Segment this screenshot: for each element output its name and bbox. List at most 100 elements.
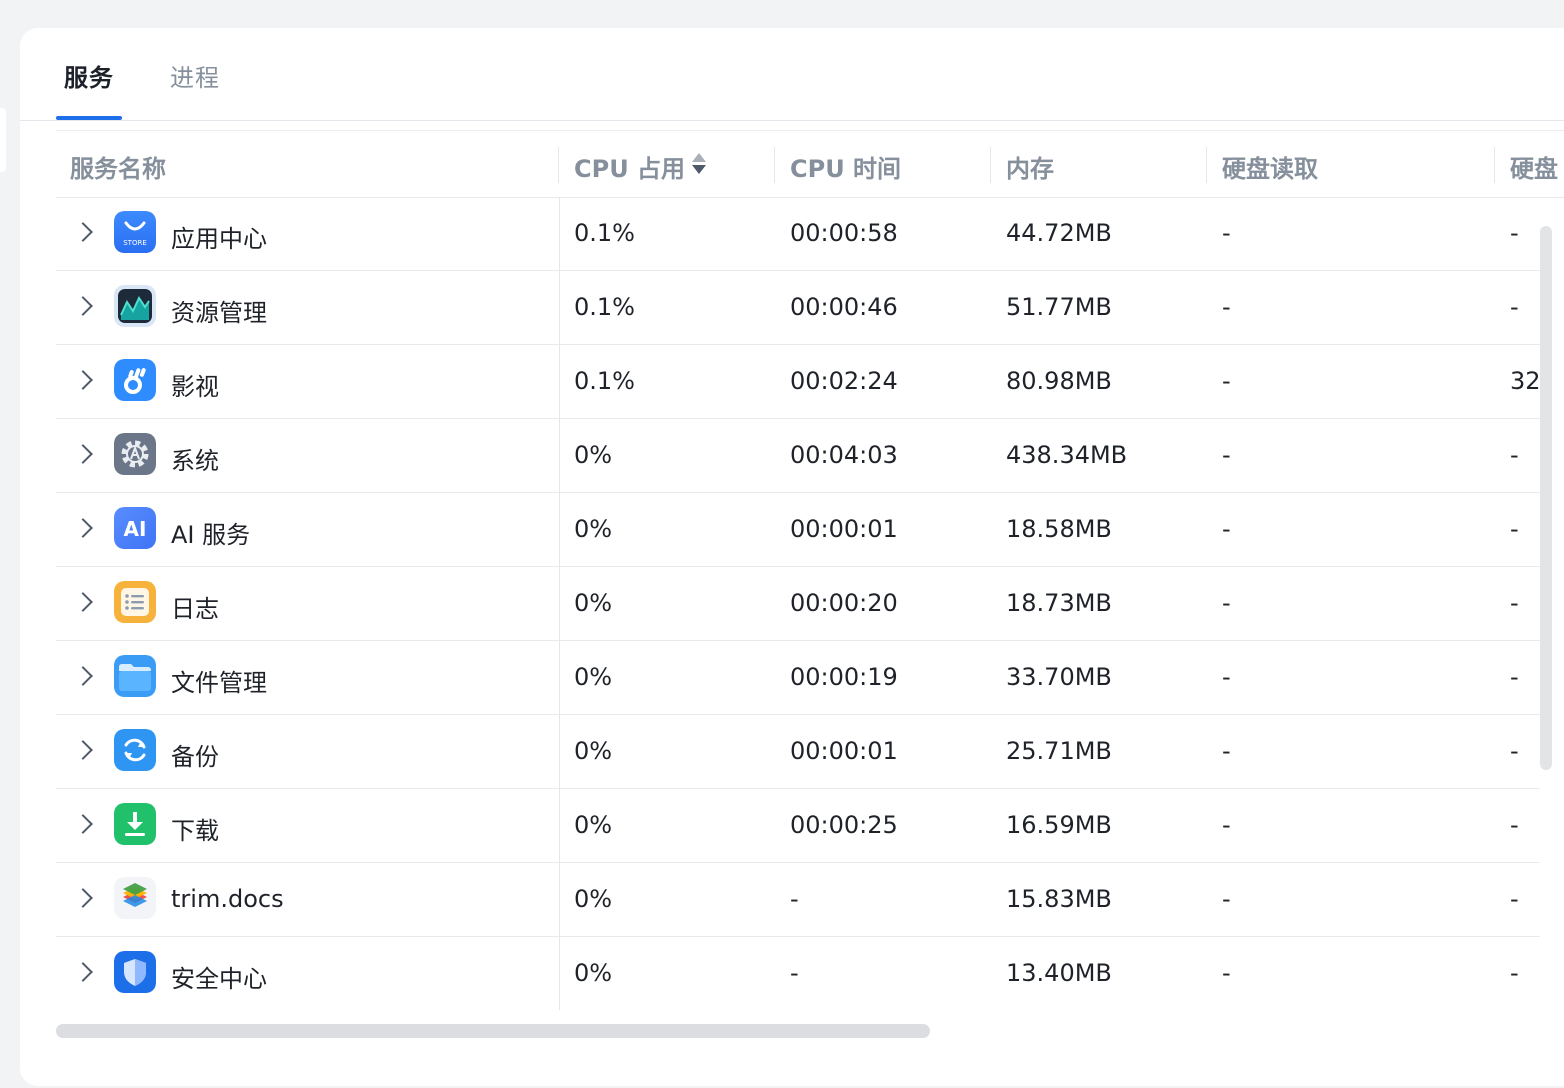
cpu-usage: 0% <box>574 663 613 691</box>
service-name: 资源管理 <box>171 299 267 327</box>
task-manager-panel: 服务 进程 服务名称 CPU 占用 CPU 时间 内存 硬盘读取 硬盘 STOR… <box>20 28 1564 1086</box>
cpu-usage: 0% <box>574 441 613 469</box>
column-header-disk-read[interactable]: 硬盘读取 <box>1222 149 1318 184</box>
sort-descending-icon <box>692 165 706 174</box>
table-row[interactable]: 备份 0% 00:00:01 25.71MB - - <box>56 715 1540 789</box>
chevron-right-icon[interactable] <box>73 814 93 834</box>
app-store-icon: STORE <box>114 211 156 253</box>
service-name: 日志 <box>171 595 219 623</box>
cpu-time: 00:00:01 <box>790 737 898 765</box>
horizontal-scrollbar[interactable] <box>56 1024 930 1038</box>
tab-processes[interactable]: 进程 <box>170 58 220 93</box>
column-divider[interactable] <box>1206 147 1207 183</box>
column-divider[interactable] <box>1494 147 1495 183</box>
table-header: 服务名称 CPU 占用 CPU 时间 内存 硬盘读取 硬盘 <box>56 130 1564 198</box>
disk-write: - <box>1510 515 1519 543</box>
tab-bar: 服务 进程 <box>20 28 1564 121</box>
memory: 18.58MB <box>1006 515 1112 543</box>
disk-write: - <box>1510 885 1519 913</box>
system-gear-icon <box>114 433 156 475</box>
service-name: 系统 <box>171 447 219 475</box>
disk-read: - <box>1222 515 1231 543</box>
disk-read: - <box>1222 219 1231 247</box>
memory: 25.71MB <box>1006 737 1112 765</box>
tab-services[interactable]: 服务 <box>64 58 114 93</box>
table-row[interactable]: 资源管理 0.1% 00:00:46 51.77MB - - <box>56 271 1540 345</box>
column-divider[interactable] <box>990 147 991 183</box>
column-divider[interactable] <box>558 147 559 183</box>
disk-write: - <box>1510 219 1519 247</box>
disk-write: - <box>1510 811 1519 839</box>
memory: 51.77MB <box>1006 293 1112 321</box>
memory: 16.59MB <box>1006 811 1112 839</box>
disk-write: 32 <box>1510 367 1541 395</box>
vertical-scrollbar[interactable] <box>1540 226 1552 770</box>
svg-text:STORE: STORE <box>123 239 147 247</box>
table-row[interactable]: 安全中心 0% - 13.40MB - - <box>56 937 1540 1010</box>
sort-toggle-icon[interactable] <box>692 151 706 177</box>
sort-ascending-icon <box>692 153 706 162</box>
table-row[interactable]: 影视 0.1% 00:02:24 80.98MB - 32 <box>56 345 1541 419</box>
table-row[interactable]: 下载 0% 00:00:25 16.59MB - - <box>56 789 1540 863</box>
column-divider[interactable] <box>774 147 775 183</box>
service-name: 下载 <box>171 817 219 845</box>
memory: 13.40MB <box>1006 959 1112 987</box>
chevron-right-icon[interactable] <box>73 518 93 538</box>
cpu-time: - <box>790 959 799 987</box>
cpu-time: 00:00:01 <box>790 515 898 543</box>
chevron-right-icon[interactable] <box>73 592 93 612</box>
cpu-usage: 0.1% <box>574 219 635 247</box>
svg-text:AI: AI <box>124 517 147 541</box>
cpu-time: - <box>790 885 799 913</box>
disk-read: - <box>1222 737 1231 765</box>
backup-icon <box>114 729 156 771</box>
disk-read: - <box>1222 663 1231 691</box>
chevron-right-icon[interactable] <box>73 296 93 316</box>
service-name: AI 服务 <box>171 521 251 549</box>
active-tab-indicator <box>56 116 122 120</box>
column-header-cpu[interactable]: CPU 占用 <box>574 149 685 184</box>
chevron-right-icon[interactable] <box>73 740 93 760</box>
chevron-right-icon[interactable] <box>73 962 93 982</box>
chevron-right-icon[interactable] <box>73 888 93 908</box>
disk-write: - <box>1510 737 1519 765</box>
disk-read: - <box>1222 811 1231 839</box>
chevron-right-icon[interactable] <box>73 370 93 390</box>
disk-read: - <box>1222 367 1231 395</box>
table-row[interactable]: 日志 0% 00:00:20 18.73MB - - <box>56 567 1540 641</box>
left-nav-edge <box>0 108 6 172</box>
table-row[interactable]: STORE 应用中心 0.1% 00:00:58 44.72MB - - <box>56 197 1540 271</box>
chevron-right-icon[interactable] <box>73 444 93 464</box>
table-row[interactable]: 文件管理 0% 00:00:19 33.70MB - - <box>56 641 1540 715</box>
ai-icon: AI <box>114 507 156 549</box>
disk-write: - <box>1510 293 1519 321</box>
column-header-disk-write[interactable]: 硬盘 <box>1510 149 1558 184</box>
cpu-time: 00:00:19 <box>790 663 898 691</box>
video-icon <box>114 359 156 401</box>
memory: 438.34MB <box>1006 441 1128 469</box>
memory: 80.98MB <box>1006 367 1112 395</box>
service-name: 文件管理 <box>171 669 267 697</box>
memory: 44.72MB <box>1006 219 1112 247</box>
column-header-name[interactable]: 服务名称 <box>70 149 166 184</box>
docs-layers-icon <box>114 877 156 919</box>
download-icon <box>114 803 156 845</box>
cpu-usage: 0% <box>574 589 613 617</box>
disk-read: - <box>1222 959 1231 987</box>
cpu-usage: 0% <box>574 811 613 839</box>
disk-write: - <box>1510 441 1519 469</box>
table-row[interactable]: AI AI 服务 0% 00:00:01 18.58MB - - <box>56 493 1540 567</box>
cpu-time: 00:00:58 <box>790 219 898 247</box>
column-header-cpu-time[interactable]: CPU 时间 <box>790 149 901 184</box>
log-icon <box>114 581 156 623</box>
chevron-right-icon[interactable] <box>73 222 93 242</box>
table-row[interactable]: 系统 0% 00:04:03 438.34MB - - <box>56 419 1540 493</box>
column-header-memory[interactable]: 内存 <box>1006 149 1054 184</box>
table-row[interactable]: trim.docs 0% - 15.83MB - - <box>56 863 1540 937</box>
service-name: 影视 <box>171 373 219 401</box>
disk-read: - <box>1222 293 1231 321</box>
services-table: 服务名称 CPU 占用 CPU 时间 内存 硬盘读取 硬盘 STORE 应用中心… <box>56 130 1564 1010</box>
disk-read: - <box>1222 441 1231 469</box>
chevron-right-icon[interactable] <box>73 666 93 686</box>
memory: 18.73MB <box>1006 589 1112 617</box>
